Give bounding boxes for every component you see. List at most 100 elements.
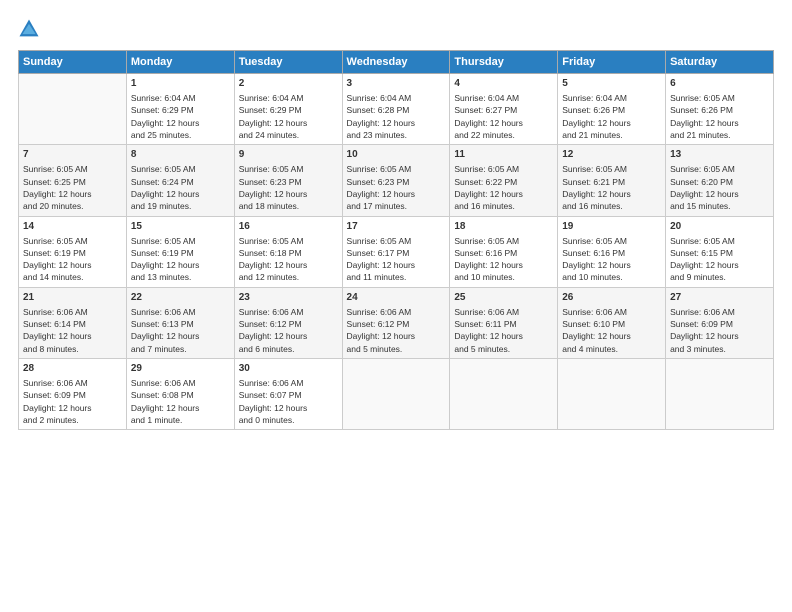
calendar-cell: 16Sunrise: 6:05 AM Sunset: 6:18 PM Dayli…	[234, 216, 342, 287]
calendar-cell: 17Sunrise: 6:05 AM Sunset: 6:17 PM Dayli…	[342, 216, 450, 287]
calendar-cell: 3Sunrise: 6:04 AM Sunset: 6:28 PM Daylig…	[342, 74, 450, 145]
day-info: Sunrise: 6:05 AM Sunset: 6:16 PM Dayligh…	[562, 235, 661, 284]
day-info: Sunrise: 6:05 AM Sunset: 6:17 PM Dayligh…	[347, 235, 446, 284]
col-header-sunday: Sunday	[19, 51, 127, 74]
day-info: Sunrise: 6:05 AM Sunset: 6:21 PM Dayligh…	[562, 163, 661, 212]
day-info: Sunrise: 6:06 AM Sunset: 6:10 PM Dayligh…	[562, 306, 661, 355]
col-header-thursday: Thursday	[450, 51, 558, 74]
calendar-cell: 2Sunrise: 6:04 AM Sunset: 6:29 PM Daylig…	[234, 74, 342, 145]
day-info: Sunrise: 6:05 AM Sunset: 6:20 PM Dayligh…	[670, 163, 769, 212]
day-number: 12	[562, 148, 661, 162]
calendar-cell: 28Sunrise: 6:06 AM Sunset: 6:09 PM Dayli…	[19, 359, 127, 430]
day-number: 29	[131, 362, 230, 376]
day-info: Sunrise: 6:05 AM Sunset: 6:23 PM Dayligh…	[347, 163, 446, 212]
calendar-cell: 7Sunrise: 6:05 AM Sunset: 6:25 PM Daylig…	[19, 145, 127, 216]
day-number: 26	[562, 291, 661, 305]
calendar-cell: 27Sunrise: 6:06 AM Sunset: 6:09 PM Dayli…	[666, 287, 774, 358]
day-number: 30	[239, 362, 338, 376]
calendar-cell: 8Sunrise: 6:05 AM Sunset: 6:24 PM Daylig…	[126, 145, 234, 216]
day-info: Sunrise: 6:06 AM Sunset: 6:13 PM Dayligh…	[131, 306, 230, 355]
day-info: Sunrise: 6:06 AM Sunset: 6:14 PM Dayligh…	[23, 306, 122, 355]
day-info: Sunrise: 6:05 AM Sunset: 6:24 PM Dayligh…	[131, 163, 230, 212]
calendar-cell: 14Sunrise: 6:05 AM Sunset: 6:19 PM Dayli…	[19, 216, 127, 287]
day-info: Sunrise: 6:05 AM Sunset: 6:26 PM Dayligh…	[670, 92, 769, 141]
day-number: 3	[347, 77, 446, 91]
calendar-cell: 4Sunrise: 6:04 AM Sunset: 6:27 PM Daylig…	[450, 74, 558, 145]
calendar-cell	[666, 359, 774, 430]
calendar-table: SundayMondayTuesdayWednesdayThursdayFrid…	[18, 50, 774, 430]
calendar-cell: 26Sunrise: 6:06 AM Sunset: 6:10 PM Dayli…	[558, 287, 666, 358]
day-number: 16	[239, 220, 338, 234]
day-info: Sunrise: 6:06 AM Sunset: 6:09 PM Dayligh…	[23, 377, 122, 426]
calendar-cell	[558, 359, 666, 430]
day-info: Sunrise: 6:05 AM Sunset: 6:19 PM Dayligh…	[131, 235, 230, 284]
day-number: 4	[454, 77, 553, 91]
calendar-cell	[19, 74, 127, 145]
calendar-cell	[450, 359, 558, 430]
calendar-week-row: 1Sunrise: 6:04 AM Sunset: 6:29 PM Daylig…	[19, 74, 774, 145]
calendar-week-row: 14Sunrise: 6:05 AM Sunset: 6:19 PM Dayli…	[19, 216, 774, 287]
calendar-cell	[342, 359, 450, 430]
day-number: 9	[239, 148, 338, 162]
day-number: 25	[454, 291, 553, 305]
day-number: 28	[23, 362, 122, 376]
day-number: 8	[131, 148, 230, 162]
calendar-cell: 24Sunrise: 6:06 AM Sunset: 6:12 PM Dayli…	[342, 287, 450, 358]
page-header	[18, 18, 774, 40]
calendar-cell: 22Sunrise: 6:06 AM Sunset: 6:13 PM Dayli…	[126, 287, 234, 358]
col-header-tuesday: Tuesday	[234, 51, 342, 74]
calendar-week-row: 21Sunrise: 6:06 AM Sunset: 6:14 PM Dayli…	[19, 287, 774, 358]
day-number: 14	[23, 220, 122, 234]
calendar-cell: 1Sunrise: 6:04 AM Sunset: 6:29 PM Daylig…	[126, 74, 234, 145]
day-number: 7	[23, 148, 122, 162]
day-number: 24	[347, 291, 446, 305]
calendar-cell: 25Sunrise: 6:06 AM Sunset: 6:11 PM Dayli…	[450, 287, 558, 358]
calendar-cell: 9Sunrise: 6:05 AM Sunset: 6:23 PM Daylig…	[234, 145, 342, 216]
day-info: Sunrise: 6:05 AM Sunset: 6:23 PM Dayligh…	[239, 163, 338, 212]
day-number: 2	[239, 77, 338, 91]
day-number: 19	[562, 220, 661, 234]
day-number: 10	[347, 148, 446, 162]
day-number: 11	[454, 148, 553, 162]
calendar-cell: 10Sunrise: 6:05 AM Sunset: 6:23 PM Dayli…	[342, 145, 450, 216]
day-info: Sunrise: 6:05 AM Sunset: 6:22 PM Dayligh…	[454, 163, 553, 212]
day-info: Sunrise: 6:06 AM Sunset: 6:12 PM Dayligh…	[347, 306, 446, 355]
day-number: 6	[670, 77, 769, 91]
day-number: 18	[454, 220, 553, 234]
day-info: Sunrise: 6:04 AM Sunset: 6:29 PM Dayligh…	[239, 92, 338, 141]
day-info: Sunrise: 6:06 AM Sunset: 6:11 PM Dayligh…	[454, 306, 553, 355]
day-info: Sunrise: 6:04 AM Sunset: 6:26 PM Dayligh…	[562, 92, 661, 141]
day-number: 22	[131, 291, 230, 305]
col-header-saturday: Saturday	[666, 51, 774, 74]
logo	[18, 18, 42, 40]
day-info: Sunrise: 6:06 AM Sunset: 6:09 PM Dayligh…	[670, 306, 769, 355]
day-info: Sunrise: 6:04 AM Sunset: 6:27 PM Dayligh…	[454, 92, 553, 141]
day-info: Sunrise: 6:04 AM Sunset: 6:28 PM Dayligh…	[347, 92, 446, 141]
calendar-cell: 13Sunrise: 6:05 AM Sunset: 6:20 PM Dayli…	[666, 145, 774, 216]
day-number: 1	[131, 77, 230, 91]
col-header-wednesday: Wednesday	[342, 51, 450, 74]
day-number: 17	[347, 220, 446, 234]
calendar-cell: 6Sunrise: 6:05 AM Sunset: 6:26 PM Daylig…	[666, 74, 774, 145]
day-number: 5	[562, 77, 661, 91]
calendar-cell: 18Sunrise: 6:05 AM Sunset: 6:16 PM Dayli…	[450, 216, 558, 287]
calendar-cell: 12Sunrise: 6:05 AM Sunset: 6:21 PM Dayli…	[558, 145, 666, 216]
day-number: 27	[670, 291, 769, 305]
day-info: Sunrise: 6:06 AM Sunset: 6:12 PM Dayligh…	[239, 306, 338, 355]
calendar-cell: 23Sunrise: 6:06 AM Sunset: 6:12 PM Dayli…	[234, 287, 342, 358]
day-info: Sunrise: 6:05 AM Sunset: 6:19 PM Dayligh…	[23, 235, 122, 284]
day-info: Sunrise: 6:06 AM Sunset: 6:08 PM Dayligh…	[131, 377, 230, 426]
day-number: 23	[239, 291, 338, 305]
calendar-cell: 20Sunrise: 6:05 AM Sunset: 6:15 PM Dayli…	[666, 216, 774, 287]
calendar-cell: 29Sunrise: 6:06 AM Sunset: 6:08 PM Dayli…	[126, 359, 234, 430]
day-info: Sunrise: 6:05 AM Sunset: 6:15 PM Dayligh…	[670, 235, 769, 284]
day-info: Sunrise: 6:05 AM Sunset: 6:16 PM Dayligh…	[454, 235, 553, 284]
logo-icon	[18, 18, 40, 40]
day-info: Sunrise: 6:06 AM Sunset: 6:07 PM Dayligh…	[239, 377, 338, 426]
calendar-header-row: SundayMondayTuesdayWednesdayThursdayFrid…	[19, 51, 774, 74]
day-info: Sunrise: 6:04 AM Sunset: 6:29 PM Dayligh…	[131, 92, 230, 141]
calendar-cell: 21Sunrise: 6:06 AM Sunset: 6:14 PM Dayli…	[19, 287, 127, 358]
calendar-cell: 30Sunrise: 6:06 AM Sunset: 6:07 PM Dayli…	[234, 359, 342, 430]
col-header-friday: Friday	[558, 51, 666, 74]
day-info: Sunrise: 6:05 AM Sunset: 6:18 PM Dayligh…	[239, 235, 338, 284]
